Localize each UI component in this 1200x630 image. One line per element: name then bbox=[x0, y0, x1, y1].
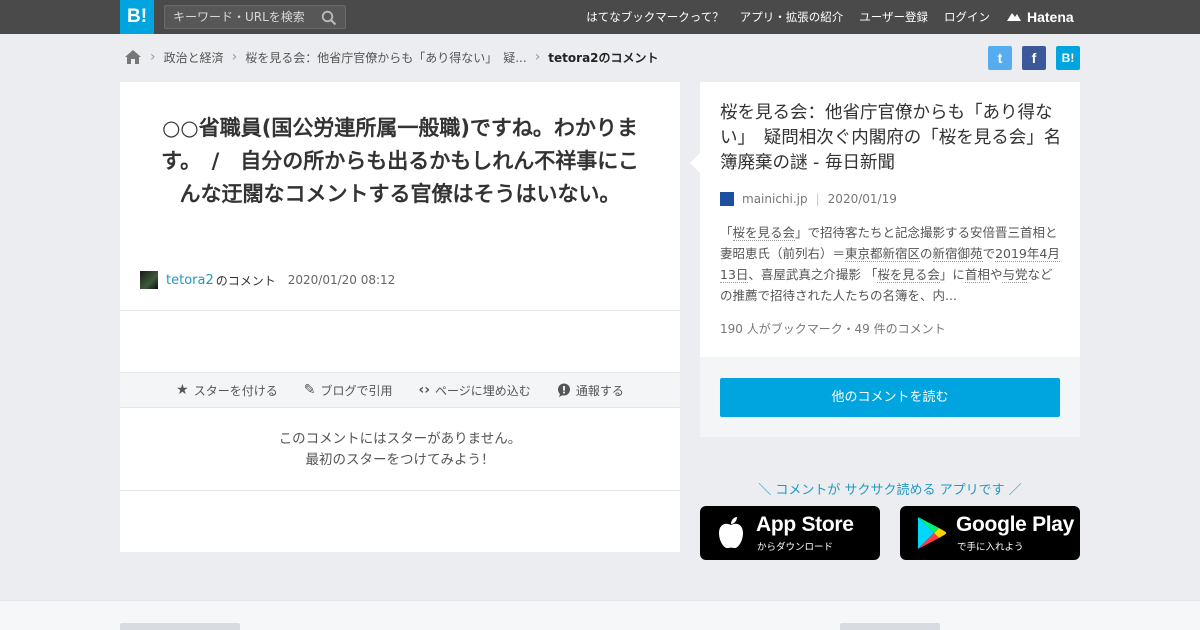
article-description: 「桜を見る会」で招待客たちと記念撮影する安倍晋三首相と妻昭恵氏（前列右）＝東京都… bbox=[720, 222, 1062, 306]
avatar[interactable] bbox=[140, 271, 158, 289]
hatebu-logo[interactable]: B! bbox=[120, 0, 154, 34]
no-star-line2: 最初のスターをつけてみよう！ bbox=[305, 452, 495, 468]
desc-keyword-link[interactable]: 桜を見る会 bbox=[732, 225, 796, 241]
home-icon[interactable] bbox=[124, 49, 142, 65]
chevron-right-icon: › bbox=[534, 49, 541, 65]
apple-icon bbox=[719, 517, 743, 549]
search-box bbox=[164, 5, 346, 29]
facebook-share-button[interactable]: f bbox=[1022, 46, 1046, 70]
desc-text: 」に bbox=[939, 267, 965, 282]
desc-keyword-link[interactable]: 与党 bbox=[1002, 267, 1028, 283]
app-store-sublabel: からダウンロード bbox=[757, 542, 834, 553]
read-more-comments-button[interactable]: 他のコメントを読む bbox=[720, 378, 1060, 417]
article-card: 桜を見る会：他省庁官僚からも「あり得ない」 疑問相次ぐ内閣府の「桜を見る会」名簿… bbox=[690, 82, 1080, 437]
twitter-share-button[interactable]: t bbox=[988, 46, 1012, 70]
breadcrumb: › 政治と経済 › 桜を見る会：他省庁官僚からも「あり得ない」 疑... › t… bbox=[124, 45, 659, 69]
app-promo-text: ＼ コメントが サクサク読める アプリです ／ bbox=[758, 483, 1022, 498]
article-meta: mainichi.jp | 2020/01/19 bbox=[720, 192, 897, 206]
desc-text: で bbox=[982, 246, 996, 261]
no-star-line1: このコメントにはスターがありません。 bbox=[278, 431, 522, 447]
app-store-label: App Store bbox=[756, 513, 854, 536]
article-domain-link[interactable]: mainichi.jp bbox=[742, 192, 808, 206]
article-stats[interactable]: 190 人がブックマーク・49 件のコメント bbox=[720, 320, 946, 337]
embed-label: ページに埋め込む bbox=[435, 383, 531, 398]
footer bbox=[0, 600, 1200, 630]
google-play-button[interactable]: Google Play で手に入れよう bbox=[900, 506, 1080, 560]
pencil-icon: ✎ bbox=[303, 382, 316, 398]
desc-keyword-link[interactable]: 首相 bbox=[964, 267, 990, 283]
desc-keyword-link[interactable]: 桜を見る会 bbox=[877, 267, 940, 283]
desc-text: 「 bbox=[720, 225, 733, 240]
report-label: 通報する bbox=[575, 383, 624, 398]
hatebu-share-button[interactable]: B! bbox=[1056, 46, 1080, 70]
nav-about[interactable]: はてなブックマークって？ bbox=[586, 9, 723, 25]
desc-keyword-link[interactable]: 東京都新宿区 bbox=[845, 246, 921, 262]
search-icon[interactable] bbox=[321, 10, 337, 26]
app-store-button[interactable]: App Store からダウンロード bbox=[700, 506, 880, 560]
footer-heading-placeholder bbox=[840, 623, 940, 630]
nav-signup[interactable]: ユーザー登録 bbox=[859, 9, 928, 25]
no-star-message: このコメントにはスターがありません。 最初のスターをつけてみよう！ bbox=[120, 429, 680, 471]
desc-text: 、喜屋武真之介撮影 「 bbox=[748, 267, 878, 282]
report-button[interactable]: 通報する bbox=[557, 382, 624, 399]
divider bbox=[120, 490, 680, 491]
blog-quote-label: ブログで引用 bbox=[320, 383, 393, 398]
desc-text: の bbox=[920, 246, 933, 261]
top-bar: B! はてなブックマークって？ アプリ・拡張の紹介 ユーザー登録 ログイン Ha… bbox=[0, 0, 1200, 34]
code-icon: ‹› bbox=[418, 382, 431, 398]
google-play-label: Google Play bbox=[956, 513, 1075, 536]
add-star-label: スターを付ける bbox=[193, 383, 278, 398]
comment-text: ○○省職員(国公労連所属一般職)ですね。わかります。 / 自分の所からも出るかも… bbox=[161, 116, 639, 206]
add-star-button[interactable]: ★ スターを付ける bbox=[176, 382, 278, 399]
more-comments-area: 他のコメントを読む bbox=[700, 357, 1080, 437]
comment-meta: tetora2 のコメント 2020/01/20 08:12 bbox=[140, 271, 395, 289]
article-title-link[interactable]: 桜を見る会：他省庁官僚からも「あり得ない」 疑問相次ぐ内閣府の「桜を見る会」名簿… bbox=[720, 101, 1065, 176]
comment-actions: ★ スターを付ける ✎ ブログで引用 ‹› ページに埋め込む 通報する bbox=[120, 372, 680, 408]
search-input[interactable] bbox=[173, 8, 321, 26]
footer-heading-placeholder bbox=[120, 623, 240, 630]
blog-quote-button[interactable]: ✎ ブログで引用 bbox=[304, 382, 393, 399]
alert-icon bbox=[557, 383, 570, 397]
chevron-right-icon: › bbox=[150, 49, 156, 65]
star-icon: ★ bbox=[176, 382, 189, 398]
nav-login[interactable]: ログイン bbox=[944, 9, 990, 25]
google-play-sublabel: で手に入れよう bbox=[957, 542, 1024, 553]
hatena-brand[interactable]: Hatena bbox=[1006, 7, 1074, 27]
comment-date: 2020/01/20 08:12 bbox=[287, 273, 396, 287]
hatena-icon bbox=[1007, 13, 1021, 21]
nav-apps[interactable]: アプリ・拡張の紹介 bbox=[740, 9, 844, 25]
mainichi-favicon-icon bbox=[720, 192, 734, 206]
meta-separator: | bbox=[815, 192, 820, 206]
divider bbox=[120, 310, 680, 311]
breadcrumb-category[interactable]: 政治と経済 bbox=[164, 49, 224, 66]
google-play-icon bbox=[918, 517, 947, 549]
comment-card: ○○省職員(国公労連所属一般職)ですね。わかります。 / 自分の所からも出るかも… bbox=[120, 82, 680, 552]
chevron-right-icon: › bbox=[231, 49, 238, 65]
comment-user-suffix: のコメント bbox=[215, 273, 276, 288]
breadcrumb-article[interactable]: 桜を見る会：他省庁官僚からも「あり得ない」 疑... bbox=[245, 49, 526, 66]
comment-user-link[interactable]: tetora2 bbox=[166, 273, 214, 288]
breadcrumb-current: tetora2のコメント bbox=[548, 50, 659, 65]
embed-button[interactable]: ‹› ページに埋め込む bbox=[419, 382, 531, 399]
desc-text: や bbox=[989, 267, 1003, 282]
hatena-label: Hatena bbox=[1027, 9, 1074, 25]
article-date: 2020/01/19 bbox=[827, 192, 897, 206]
card-pointer bbox=[690, 152, 701, 174]
desc-keyword-link[interactable]: 新宿御苑 bbox=[932, 246, 983, 262]
top-nav: はてなブックマークって？ アプリ・拡張の紹介 ユーザー登録 ログイン bbox=[586, 0, 990, 34]
